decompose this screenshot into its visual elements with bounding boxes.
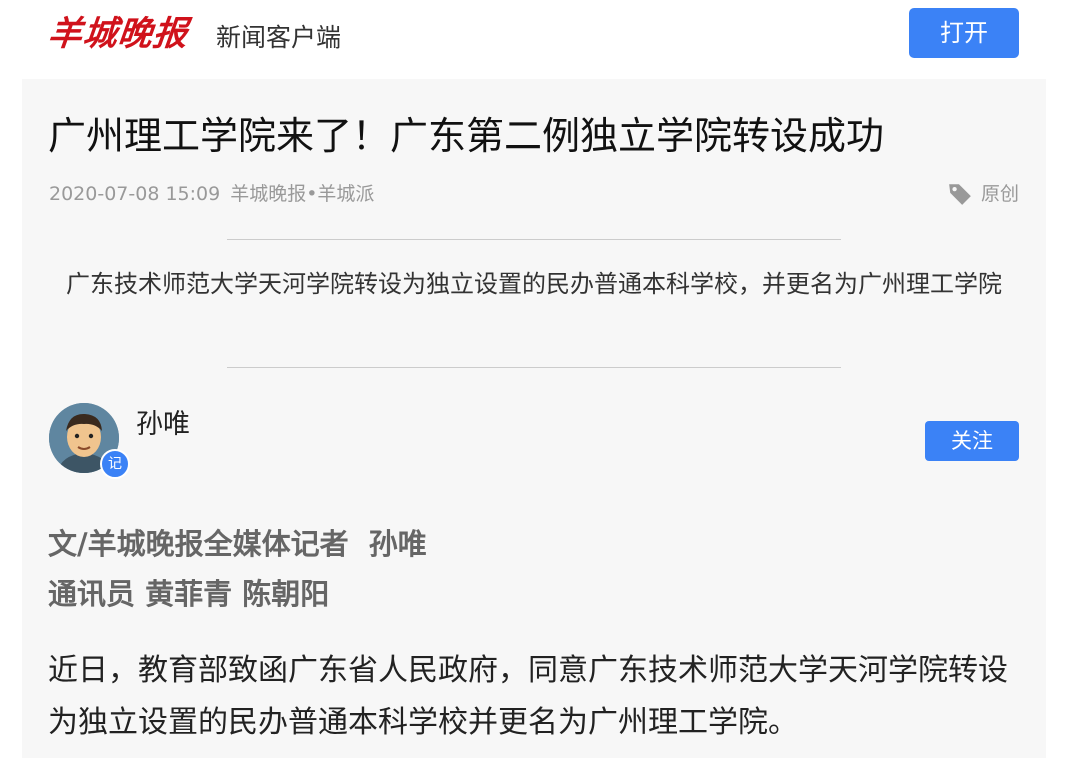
- byline-reporter: 文/羊城晚报全媒体记者 孙唯: [48, 527, 427, 561]
- article-title: 广州理工学院来了！广东第二例独立学院转设成功: [48, 114, 885, 158]
- tag-icon: [949, 184, 971, 205]
- top-bar: 羊城晚报 新闻客户端 打开: [0, 0, 1081, 78]
- publish-datetime: 2020-07-08 15:09: [49, 183, 221, 205]
- reporter-badge: 记: [100, 449, 130, 479]
- brand-subtitle: 新闻客户端: [216, 23, 342, 52]
- summary-divider-top: [227, 239, 841, 240]
- original-tag: 原创: [947, 180, 1019, 208]
- tag-label: 原创: [980, 183, 1019, 205]
- article-body: 近日，教育部致函广东省人民政府，同意广东技术师范大学天河学院转设为独立设置的民办…: [48, 653, 1008, 740]
- brand-logo[interactable]: 羊城晚报: [45, 10, 190, 58]
- byline-correspondents: 通讯员 黄菲青 陈朝阳: [48, 577, 330, 611]
- open-app-button[interactable]: 打开: [909, 8, 1019, 58]
- article-container: 广州理工学院来了！广东第二例独立学院转设成功 2020-07-08 15:09 羊…: [22, 79, 1046, 758]
- article-byline: 文/羊城晚报全媒体记者 孙唯 通讯员 黄菲青 陈朝阳: [48, 519, 427, 619]
- follow-button[interactable]: 关注: [925, 421, 1019, 461]
- article-summary: 广东技术师范大学天河学院转设为独立设置的民办普通本科学校，并更名为广州理工学院: [66, 270, 1002, 298]
- article-source: 羊城晚报•羊城派: [230, 183, 375, 205]
- article-meta: 2020-07-08 15:09 羊城晚报•羊城派: [49, 180, 374, 208]
- summary-divider-bottom: [227, 367, 841, 368]
- author-name[interactable]: 孙唯: [136, 407, 190, 443]
